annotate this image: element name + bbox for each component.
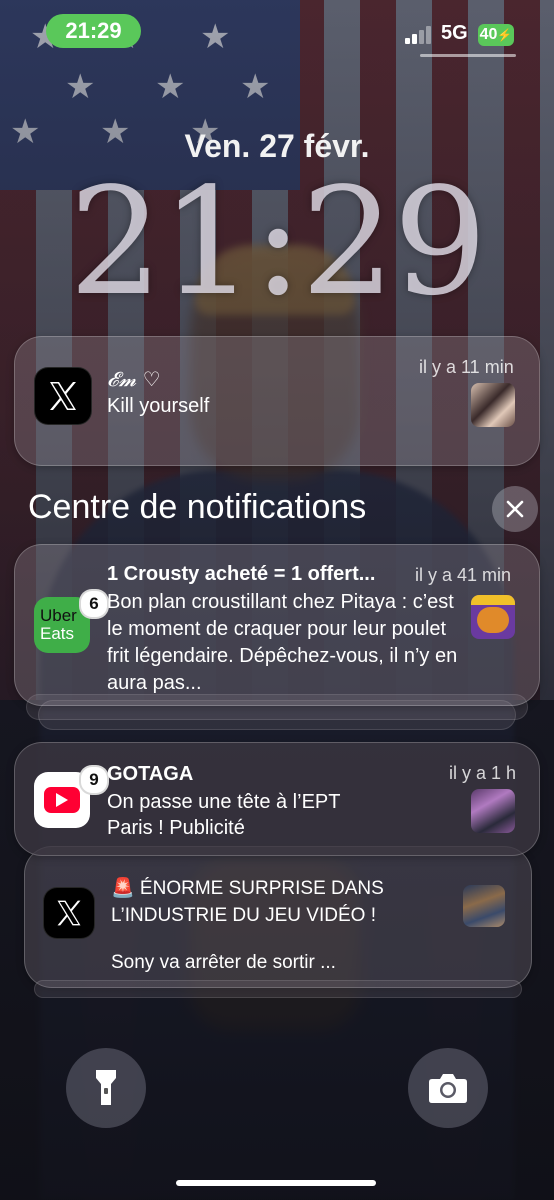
x-app-icon [34, 367, 92, 425]
flashlight-icon [96, 1070, 116, 1105]
notification-title: 🚨 ÉNORME SURPRISE DANS [111, 878, 384, 899]
home-indicator[interactable] [176, 1180, 376, 1186]
lock-clock: 21:29 [68, 156, 488, 328]
status-time[interactable]: 21:29 [46, 14, 141, 48]
notification-title: L’INDUSTRIE DU JEU VIDÉO ! [111, 905, 376, 926]
notification-x-pinned[interactable]: 𝓔𝓶 ♡ Kill yourself il y a 11 min [14, 336, 540, 466]
notification-body: Sony va arrêter de sortir ... [111, 952, 336, 973]
notification-message: Kill yourself [107, 395, 210, 417]
network-type: 5G [441, 22, 468, 44]
notification-thumbnail [471, 595, 515, 639]
flashlight-button[interactable] [66, 1048, 146, 1128]
notification-time: il y a 11 min [419, 357, 514, 377]
notification-title: 1 Crousty acheté = 1 offert... [107, 563, 376, 585]
notification-stack-edge [34, 980, 522, 998]
notification-body: Paris ! Publicité [107, 817, 245, 839]
notification-time: il y a 41 min [415, 565, 512, 585]
notification-centre-title: Centre de notifications [28, 488, 367, 526]
notification-body: On passe une tête à l’EPT [107, 791, 341, 813]
notification-count-badge: 9 [79, 765, 109, 795]
notification-x-news[interactable]: 🚨 ÉNORME SURPRISE DANS L’INDUSTRIE DU JE… [24, 846, 532, 988]
notification-thumbnail [471, 789, 515, 833]
close-icon [506, 500, 524, 518]
notification-youtube[interactable]: 9 GOTAGA il y a 1 h On passe une tête à … [14, 742, 540, 856]
notification-thumbnail [463, 885, 505, 927]
notification-sender: 𝓔𝓶 ♡ [107, 367, 161, 391]
youtube-logo-icon [44, 787, 80, 813]
notification-count-badge: 6 [79, 589, 109, 619]
camera-icon [429, 1074, 467, 1103]
notification-thumbnail [471, 383, 515, 427]
battery-icon: 40 ⚡ [478, 24, 514, 46]
cellular-signal-icon [405, 26, 435, 44]
battery-level: 40 [479, 26, 498, 43]
status-indicator-line [420, 54, 516, 57]
camera-button[interactable] [408, 1048, 488, 1128]
notification-time: il y a 1 h [449, 763, 517, 783]
notification-body: Bon plan croustillant chez Pitaya : c’es… [107, 591, 458, 694]
x-app-icon [43, 887, 95, 939]
uber-eats-icon-text: Eats [40, 624, 75, 643]
notification-title: GOTAGA [107, 763, 194, 785]
notification-uber-eats[interactable]: Uber Eats 6 1 Crousty acheté = 1 offert.… [14, 544, 540, 706]
close-button[interactable] [492, 486, 538, 532]
